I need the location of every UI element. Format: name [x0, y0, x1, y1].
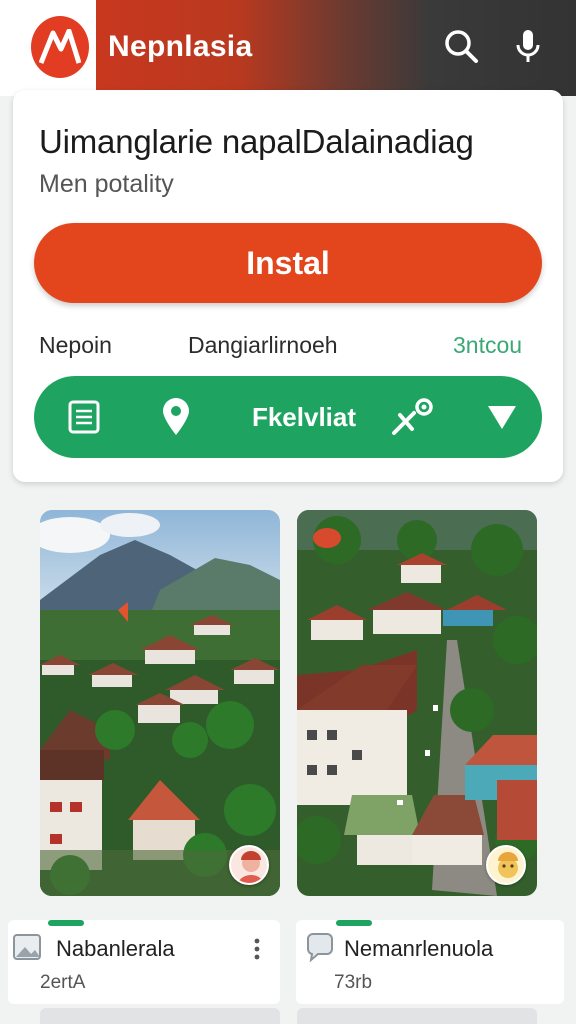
chat-bubble-icon [304, 932, 334, 963]
next-card-preview [40, 1008, 280, 1024]
meta-item: Dangiarlirnoeh [188, 332, 338, 358]
document-icon[interactable] [64, 376, 104, 458]
meta-item: Nepoin [39, 332, 112, 358]
next-card-preview [297, 1008, 537, 1024]
avatar[interactable] [486, 845, 526, 885]
search-icon[interactable] [441, 26, 481, 66]
app-title: Nepnlasia [108, 30, 253, 63]
action-label[interactable]: Fkelvliat [224, 376, 384, 458]
listing-subtitle: Men potality [39, 170, 174, 198]
list-item-subtitle: 2ertA [40, 972, 86, 993]
accent-bar [336, 920, 372, 926]
meta-item[interactable]: 3ntcou [453, 332, 522, 359]
app-logo[interactable] [31, 16, 89, 78]
avatar[interactable] [229, 845, 269, 885]
list-item[interactable]: Nabanlerala 2ertA [8, 920, 280, 1004]
listing-title: Uimanglarie napalDalainadiag [39, 123, 474, 160]
install-button[interactable]: Instal [34, 223, 542, 303]
action-bar: Fkelvliat [34, 376, 542, 458]
list-item-title: Nemanrlenuola [344, 936, 494, 961]
accent-bar [48, 920, 84, 926]
more-options-icon[interactable] [254, 938, 260, 960]
photo-village-street[interactable] [297, 510, 537, 896]
tools-icon[interactable] [388, 376, 438, 458]
list-item-title: Nabanlerala [56, 936, 175, 961]
image-icon [12, 932, 42, 962]
photo-village-mountain[interactable] [40, 510, 280, 896]
list-item-subtitle: 73rb [334, 972, 373, 993]
location-pin-icon[interactable] [156, 376, 196, 458]
filter-icon[interactable] [484, 376, 520, 458]
microphone-icon[interactable] [508, 26, 548, 66]
list-item[interactable]: Nemanrlenuola 73rb [296, 920, 564, 1004]
app-bar: Nepnlasia [0, 0, 576, 96]
app-listing-card: Uimanglarie napalDalainadiag Men potalit… [13, 90, 563, 482]
